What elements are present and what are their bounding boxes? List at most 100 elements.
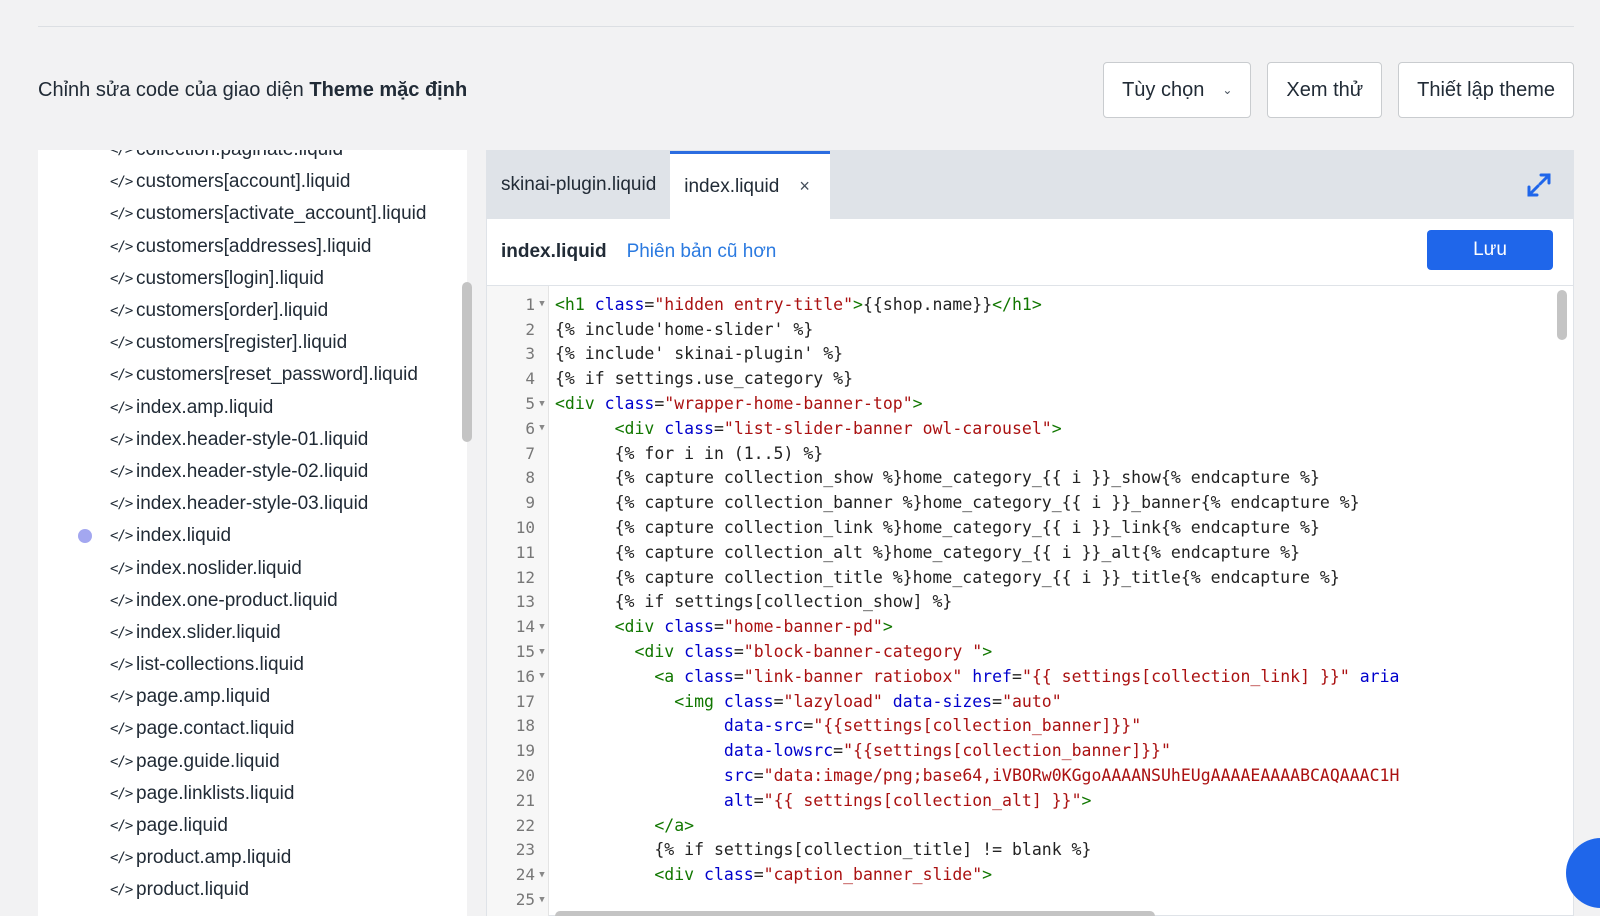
code-text: alt="{{ settings[collection_alt] }}"> <box>549 790 1092 810</box>
line-number: 20 <box>515 766 535 786</box>
file-item-label: customers[reset_password].liquid <box>136 364 418 386</box>
code-token: "auto" <box>1002 691 1062 711</box>
code-file-icon: </> <box>110 431 133 448</box>
file-item[interactable]: </> customers[account].liquid <box>38 166 467 198</box>
code-token: <div <box>654 865 705 885</box>
file-item[interactable]: </> index.liquid <box>38 520 467 552</box>
code-token: = <box>753 766 764 786</box>
file-item[interactable]: </> index.header-style-03.liquid <box>38 488 467 520</box>
file-item[interactable]: </> product.amp.liquid <box>38 842 467 874</box>
top-divider <box>38 26 1574 27</box>
file-item[interactable]: </> list-collections.liquid <box>38 649 467 681</box>
code-horizontal-scrollbar[interactable] <box>555 911 1155 916</box>
code-text: {% capture collection_link %}home_catego… <box>549 518 1320 537</box>
code-text: {% if settings[collection_title] != blan… <box>549 840 1091 859</box>
expand-icon[interactable] <box>1525 171 1553 199</box>
code-line: 8 {% capture collection_show %}home_cate… <box>487 466 1573 491</box>
code-token: {% capture collection_title %}home_categ… <box>555 567 1340 587</box>
line-number: 4 <box>525 369 535 389</box>
code-token: {% capture collection_banner %}home_cate… <box>555 493 1360 513</box>
file-item[interactable]: </> page.contact.liquid <box>38 713 467 745</box>
file-item[interactable]: </> customers[addresses].liquid <box>38 231 467 263</box>
file-item[interactable]: </> customers[register].liquid <box>38 327 467 359</box>
file-item[interactable]: </> customers[order].liquid <box>38 295 467 327</box>
code-line: 4 {% if settings.use_category %} <box>487 366 1573 391</box>
file-item[interactable]: </> index.slider.liquid <box>38 617 467 649</box>
sidebar-scrollbar[interactable] <box>462 282 472 442</box>
file-item[interactable]: </>collection.paginate.liquid <box>38 150 467 166</box>
code-token: "{{ settings[collection_alt] }}" <box>763 790 1082 810</box>
theme-setup-label: Thiết lập theme <box>1417 78 1555 101</box>
fold-arrow-icon[interactable]: ▼ <box>535 870 549 880</box>
options-dropdown-button[interactable]: Tùy chọn ⌄ <box>1103 62 1252 118</box>
code-text: {% for i in (1..5) %} <box>549 444 824 463</box>
code-file-icon: </> <box>110 335 133 352</box>
code-token: = <box>644 294 655 314</box>
file-sidebar: </>collection.paginate.liquid</>customer… <box>38 150 467 916</box>
code-text: {% capture collection_banner %}home_cate… <box>549 493 1360 512</box>
code-file-icon: </> <box>110 270 133 287</box>
file-item-label: page.linklists.liquid <box>136 782 295 804</box>
fold-arrow-icon[interactable]: ▼ <box>535 895 549 905</box>
fold-arrow-icon[interactable]: ▼ <box>535 647 549 657</box>
fold-arrow-icon[interactable]: ▼ <box>535 622 549 632</box>
theme-name: Theme mặc định <box>309 78 468 101</box>
fold-arrow-icon[interactable]: ▼ <box>535 671 549 681</box>
line-number: 9 <box>525 493 535 513</box>
code-token: = <box>733 666 744 686</box>
code-line: 10 {% capture collection_link %}home_cat… <box>487 515 1573 540</box>
preview-button[interactable]: Xem thử <box>1267 62 1383 118</box>
save-button[interactable]: Lưu <box>1427 230 1553 270</box>
code-file-icon: </> <box>110 592 133 609</box>
page-title: Chỉnh sửa code của giao diện Theme mặc đ… <box>38 79 467 102</box>
file-item[interactable]: </> page.linklists.liquid <box>38 778 467 810</box>
code-file-icon: </> <box>110 624 133 641</box>
older-version-link[interactable]: Phiên bản cũ hơn <box>627 241 777 263</box>
file-item[interactable]: </> customers[reset_password].liquid <box>38 359 467 391</box>
file-item[interactable]: </> page.liquid <box>38 810 467 842</box>
file-item[interactable]: </> index.header-style-02.liquid <box>38 456 467 488</box>
file-item[interactable]: </> page.amp.liquid <box>38 681 467 713</box>
code-text: </a> <box>549 816 694 835</box>
code-file-icon: </> <box>110 850 133 867</box>
file-item[interactable]: </> index.one-product.liquid <box>38 585 467 617</box>
code-token: <a <box>654 666 685 686</box>
close-icon[interactable]: × <box>799 176 810 197</box>
editor-tab[interactable]: index.liquid × <box>670 151 830 219</box>
line-number: 23 <box>515 840 535 860</box>
file-item[interactable]: </> index.noslider.liquid <box>38 552 467 584</box>
code-token: "block-banner-category " <box>743 642 983 662</box>
code-area[interactable]: 1 ▼ <h1 class="hidden entry-title">{{shop.… <box>487 285 1573 916</box>
file-item[interactable]: </> index.header-style-01.liquid <box>38 424 467 456</box>
code-file-icon: </> <box>110 206 133 223</box>
line-number: 17 <box>515 691 535 711</box>
options-label: Tùy chọn <box>1122 78 1205 101</box>
fold-arrow-icon[interactable]: ▼ <box>535 423 549 433</box>
code-token: "{{settings[collection_banner]}}" <box>813 716 1142 736</box>
file-item[interactable]: </> customers[login].liquid <box>38 263 467 295</box>
file-item-label: page.guide.liquid <box>136 750 280 772</box>
line-number: 11 <box>515 542 535 562</box>
line-number: 25 <box>515 890 535 910</box>
code-token: {{shop.name}} <box>862 294 993 314</box>
code-line: 19 data-lowsrc="{{settings[collection_ba… <box>487 738 1573 763</box>
code-file-icon: </> <box>110 560 133 577</box>
file-item[interactable]: </> product.liquid <box>38 874 467 906</box>
theme-setup-button[interactable]: Thiết lập theme <box>1398 62 1574 118</box>
line-number: 13 <box>515 592 535 612</box>
file-item[interactable]: </> page.guide.liquid <box>38 746 467 778</box>
fold-arrow-icon[interactable]: ▼ <box>535 299 549 309</box>
file-item[interactable]: </> index.amp.liquid <box>38 392 467 424</box>
code-token: = <box>753 865 764 885</box>
file-item[interactable]: </> customers[activate_account].liquid <box>38 198 467 230</box>
code-token: aria <box>1359 666 1400 686</box>
code-line: 25 ▼ <box>487 887 1573 912</box>
fold-arrow-icon[interactable]: ▼ <box>535 399 549 409</box>
code-file-icon: </> <box>110 753 133 770</box>
editor-tab[interactable]: skinai-plugin.liquid <box>487 151 670 219</box>
code-vertical-scrollbar[interactable] <box>1557 290 1567 340</box>
code-token: {% capture collection_link %}home_catego… <box>555 518 1320 538</box>
code-file-icon: </> <box>110 150 133 159</box>
code-token: <div <box>614 418 665 438</box>
